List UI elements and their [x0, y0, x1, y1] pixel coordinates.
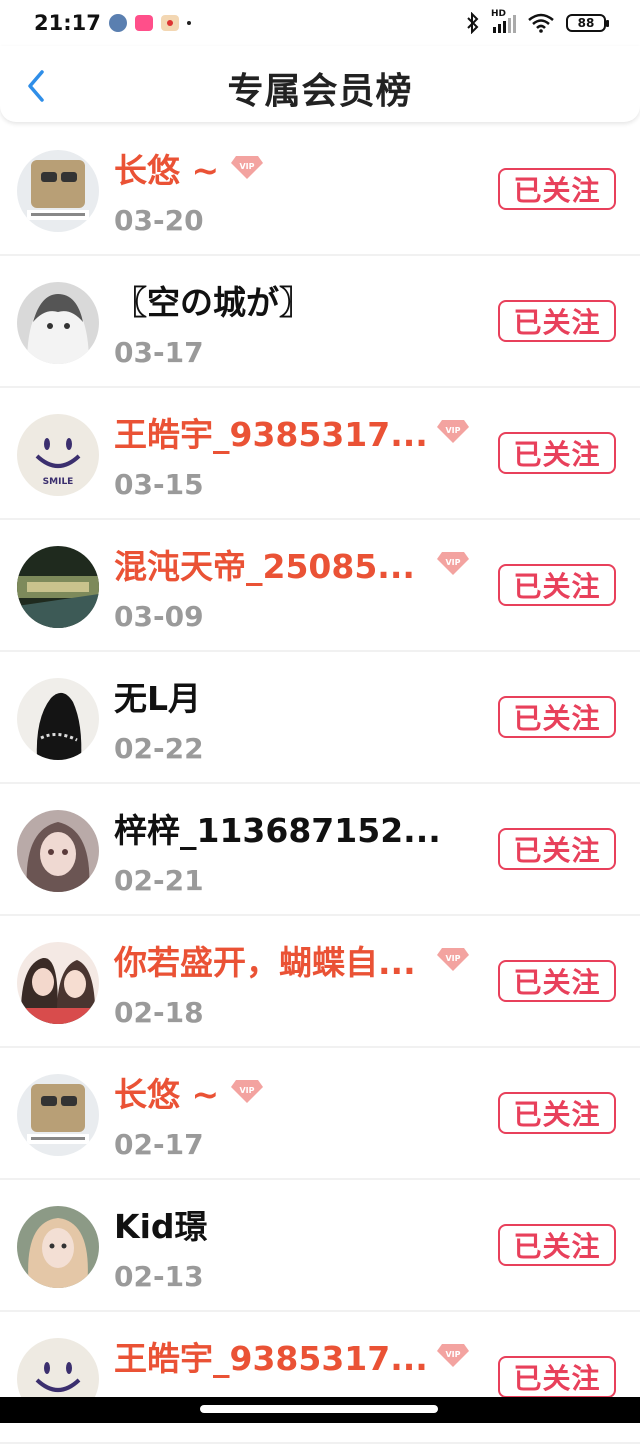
member-date: 03-17: [114, 336, 204, 369]
avatar[interactable]: [17, 282, 99, 364]
list-item[interactable]: 王皓宇_9385317... VIP 已关注: [0, 1312, 640, 1444]
status-right: HD 88: [465, 9, 609, 34]
followed-button[interactable]: 已关注: [498, 696, 616, 738]
avatar[interactable]: [17, 546, 99, 628]
vip-diamond-icon: VIP: [437, 420, 469, 443]
page-title: 专属会员榜: [227, 71, 413, 112]
settings-notification-icon: [108, 14, 127, 32]
vip-diamond-icon: VIP: [231, 1080, 263, 1103]
app-notification-icon: [134, 15, 153, 31]
member-name[interactable]: 长悠 ~: [114, 1068, 219, 1116]
followed-button[interactable]: 已关注: [498, 1224, 616, 1266]
svg-text:SMILE: SMILE: [43, 477, 74, 487]
list-item[interactable]: 你若盛开，蝴蝶自... VIP 02-18 已关注: [0, 916, 640, 1048]
svg-text:VIP: VIP: [239, 1086, 254, 1095]
member-date: 02-17: [114, 1128, 204, 1161]
avatar[interactable]: [17, 150, 99, 232]
avatar[interactable]: [17, 678, 99, 760]
vip-diamond-icon: VIP: [231, 156, 263, 179]
member-date: 03-09: [114, 600, 204, 633]
status-left: 21:17: [34, 11, 191, 35]
followed-button[interactable]: 已关注: [498, 432, 616, 474]
member-name[interactable]: 王皓宇_9385317...: [114, 1332, 428, 1380]
list-item[interactable]: 〖空の城が〗 03-17 已关注: [0, 256, 640, 388]
list-item[interactable]: 混沌天帝_25085... VIP 03-09 已关注: [0, 520, 640, 652]
followed-button[interactable]: 已关注: [498, 564, 616, 606]
status-time: 21:17: [34, 11, 101, 35]
battery-level: 88: [577, 16, 595, 30]
network-type: HD: [491, 9, 507, 19]
nav-header: 专属会员榜: [0, 46, 640, 122]
signal-icon: HD: [491, 9, 516, 33]
wifi-icon: [528, 13, 554, 33]
list-item[interactable]: Kid璟 02-13 已关注: [0, 1180, 640, 1312]
member-date: 03-20: [114, 204, 204, 237]
followed-button[interactable]: 已关注: [498, 168, 616, 210]
member-name[interactable]: 长悠 ~: [114, 144, 219, 192]
member-date: 02-21: [114, 864, 204, 897]
svg-text:VIP: VIP: [445, 1350, 460, 1359]
vip-diamond-icon: VIP: [437, 1344, 469, 1367]
member-name[interactable]: 〖空の城が〗: [114, 276, 312, 324]
status-bar: 21:17 HD 88: [0, 0, 640, 46]
svg-text:VIP: VIP: [445, 426, 460, 435]
list-item[interactable]: 长悠 ~ VIP 03-20 已关注: [0, 124, 640, 256]
member-name[interactable]: 混沌天帝_25085...: [114, 540, 415, 588]
followed-button[interactable]: 已关注: [498, 300, 616, 342]
member-name[interactable]: 梓梓_113687152...: [114, 804, 441, 852]
followed-button[interactable]: 已关注: [498, 828, 616, 870]
list-item[interactable]: 无L月 02-22 已关注: [0, 652, 640, 784]
bluetooth-icon: [467, 12, 479, 34]
svg-text:VIP: VIP: [445, 954, 460, 963]
member-name[interactable]: 王皓宇_9385317...: [114, 408, 428, 456]
home-indicator[interactable]: [200, 1405, 438, 1413]
list-item[interactable]: 梓梓_113687152... 02-21 已关注: [0, 784, 640, 916]
member-date: 03-15: [114, 468, 204, 501]
app-notification-icon-2: [160, 15, 179, 31]
avatar[interactable]: [17, 810, 99, 892]
avatar[interactable]: [17, 942, 99, 1024]
followed-button[interactable]: 已关注: [498, 1356, 616, 1398]
member-date: 02-18: [114, 996, 204, 1029]
vip-diamond-icon: VIP: [437, 948, 469, 971]
avatar[interactable]: SMILE: [17, 414, 99, 496]
member-name[interactable]: 无L月: [114, 672, 201, 720]
member-name[interactable]: 你若盛开，蝴蝶自...: [114, 936, 416, 984]
avatar[interactable]: [17, 1074, 99, 1156]
followed-button[interactable]: 已关注: [498, 960, 616, 1002]
member-name[interactable]: Kid璟: [114, 1200, 208, 1248]
member-date: 02-13: [114, 1260, 204, 1293]
more-notifications-dot-icon: [186, 21, 191, 25]
list-item[interactable]: 长悠 ~ VIP 02-17 已关注: [0, 1048, 640, 1180]
svg-text:VIP: VIP: [239, 162, 254, 171]
followed-button[interactable]: 已关注: [498, 1092, 616, 1134]
member-list: 长悠 ~ VIP 03-20 已关注 〖空の城が〗 03-17 已关注 SMIL…: [0, 124, 640, 1444]
gesture-bar: [0, 1397, 640, 1423]
list-item[interactable]: SMILE 王皓宇_9385317... VIP 03-15 已关注: [0, 388, 640, 520]
member-date: 02-22: [114, 732, 204, 765]
svg-text:VIP: VIP: [445, 558, 460, 567]
vip-diamond-icon: VIP: [437, 552, 469, 575]
battery-icon: 88: [566, 14, 609, 32]
avatar[interactable]: [17, 1206, 99, 1288]
